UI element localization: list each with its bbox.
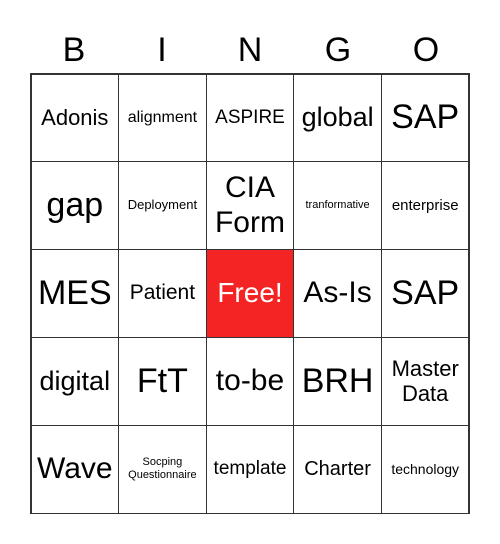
cell-label: Deployment bbox=[127, 197, 198, 213]
cell-label: Adonis bbox=[41, 105, 109, 131]
cell-label: Wave bbox=[37, 451, 113, 485]
cell-label: Socping Questionnaire bbox=[128, 456, 197, 482]
bingo-header: B I N G O bbox=[30, 28, 470, 72]
bingo-cell[interactable]: Master Data bbox=[380, 336, 470, 426]
cell-label: alignment bbox=[127, 108, 198, 126]
bingo-cell[interactable]: CIA Form bbox=[205, 161, 295, 251]
free-cell[interactable]: Free! bbox=[205, 249, 295, 338]
cell-label: As-Is bbox=[303, 276, 372, 310]
bingo-cell[interactable]: ASPIRE bbox=[205, 73, 295, 163]
cell-label: ASPIRE bbox=[215, 106, 285, 128]
cell-label: to-be bbox=[215, 364, 285, 398]
cell-label: MES bbox=[37, 273, 112, 312]
bingo-cell[interactable]: Socping Questionnaire bbox=[118, 424, 207, 514]
bingo-cell[interactable]: tranformative bbox=[293, 161, 382, 251]
bingo-cell[interactable]: MES bbox=[30, 249, 120, 338]
cell-label: template bbox=[213, 458, 287, 480]
cell-label: Master Data bbox=[391, 355, 459, 407]
bingo-cell[interactable]: SAP bbox=[380, 73, 470, 163]
bingo-cell[interactable]: Patient bbox=[118, 249, 207, 338]
header-letter-i: I bbox=[157, 31, 167, 69]
bingo-cell[interactable]: As-Is bbox=[293, 249, 382, 338]
bingo-cell[interactable]: SAP bbox=[380, 249, 470, 338]
bingo-cell[interactable]: Adonis bbox=[30, 73, 120, 163]
header-letter-b: B bbox=[62, 31, 86, 69]
bingo-grid: Adonis alignment ASPIRE global SAP gap Deploym… bbox=[30, 73, 470, 514]
bingo-cell[interactable]: Wave bbox=[30, 424, 120, 514]
header-letter-o: O bbox=[412, 31, 440, 69]
bingo-cell[interactable]: enterprise bbox=[380, 161, 470, 251]
cell-label: BRH bbox=[301, 361, 374, 400]
cell-label: gap bbox=[46, 186, 104, 225]
bingo-cell[interactable]: template bbox=[205, 424, 295, 514]
header-letter-g: G bbox=[324, 31, 352, 69]
cell-label: SAP bbox=[391, 98, 460, 137]
cell-label: global bbox=[301, 102, 374, 133]
bingo-cell[interactable]: Deployment bbox=[118, 161, 207, 251]
header-letter-n: N bbox=[237, 31, 263, 69]
cell-label: Patient bbox=[129, 281, 196, 305]
bingo-cell[interactable]: gap bbox=[30, 161, 120, 251]
cell-label: tranformative bbox=[305, 199, 370, 212]
cell-label: enterprise bbox=[391, 197, 459, 215]
bingo-cell[interactable]: Charter bbox=[293, 424, 382, 514]
bingo-cell[interactable]: digital bbox=[30, 336, 120, 426]
cell-label: technology bbox=[391, 461, 460, 478]
cell-label: Charter bbox=[304, 457, 371, 480]
cell-label: digital bbox=[39, 365, 111, 396]
bingo-cell[interactable]: FtT bbox=[118, 336, 207, 426]
cell-label: CIA Form bbox=[214, 171, 285, 239]
bingo-cell[interactable]: alignment bbox=[118, 73, 207, 163]
bingo-cell[interactable]: to-be bbox=[205, 336, 295, 426]
cell-label: FtT bbox=[136, 361, 188, 400]
cell-label: SAP bbox=[391, 273, 460, 312]
bingo-cell[interactable]: BRH bbox=[293, 336, 382, 426]
bingo-cell[interactable]: global bbox=[293, 73, 382, 163]
cell-label: Free! bbox=[217, 277, 283, 309]
bingo-cell[interactable]: technology bbox=[380, 424, 470, 514]
